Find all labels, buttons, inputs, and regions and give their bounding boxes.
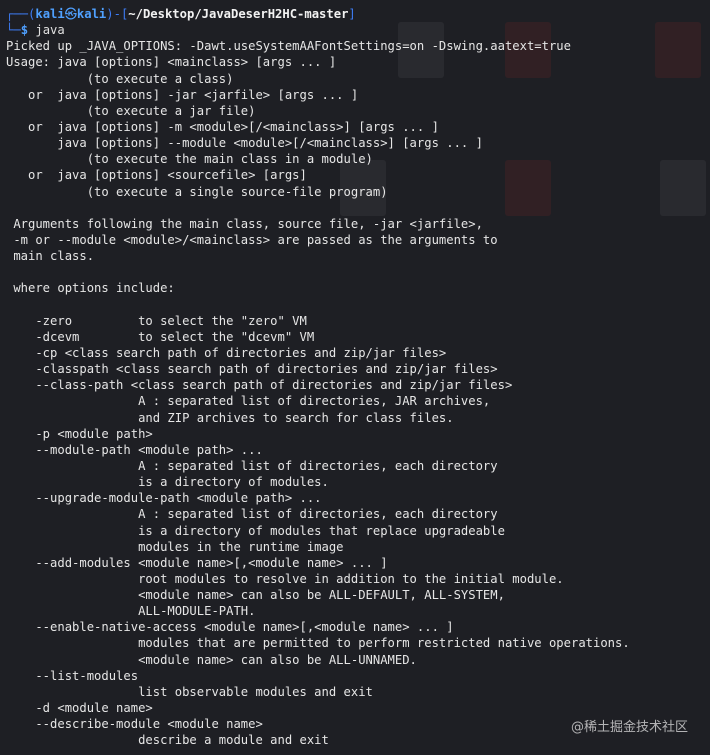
output-line: or java [options] <sourcefile> [args] bbox=[6, 168, 307, 183]
output-line: A : separated list of directories, JAR a… bbox=[6, 394, 491, 409]
command-output: Picked up _JAVA_OPTIONS: -Dawt.useSystem… bbox=[6, 38, 710, 748]
output-line: java [options] --module <module>[/<mainc… bbox=[6, 136, 483, 151]
output-line: --class-path <class search path of direc… bbox=[6, 378, 513, 393]
command-line[interactable]: └─$ java bbox=[6, 22, 710, 38]
prompt-host: kali bbox=[76, 7, 107, 21]
output-line: root modules to resolve in addition to t… bbox=[6, 571, 564, 586]
output-line: --enable-native-access <module name>[,<m… bbox=[6, 620, 454, 635]
terminal-window[interactable]: ┌──(kali㉿kali)-[~/Desktop/JavaDeserH2HC-… bbox=[0, 0, 710, 755]
watermark: @稀土掘金技术社区 bbox=[570, 720, 688, 735]
prompt-separator: )-[ bbox=[106, 7, 129, 21]
output-line: (to execute a jar file) bbox=[6, 103, 256, 118]
output-line: -classpath <class search path of directo… bbox=[6, 362, 498, 377]
output-line: Usage: java [options] <mainclass> [args … bbox=[6, 55, 337, 70]
output-line: --module-path <module path> ... bbox=[6, 442, 263, 457]
prompt-line: ┌──(kali㉿kali)-[~/Desktop/JavaDeserH2HC-… bbox=[6, 6, 710, 22]
output-line: <module name> can also be ALL-DEFAULT, A… bbox=[6, 588, 505, 603]
output-line: where options include: bbox=[6, 281, 175, 296]
output-line: A : separated list of directories, each … bbox=[6, 458, 498, 473]
prompt-dollar: $ bbox=[20, 23, 29, 38]
output-line: -d <module name> bbox=[6, 701, 153, 716]
output-line: and ZIP archives to search for class fil… bbox=[6, 410, 454, 425]
output-line: Arguments following the main class, sour… bbox=[6, 216, 483, 231]
prompt-at-symbol: ㉿ bbox=[64, 7, 77, 21]
output-line: or java [options] -m <module>[/<mainclas… bbox=[6, 119, 439, 134]
output-line: modules that are permitted to perform re… bbox=[6, 636, 630, 651]
prompt-frame: ┌──( bbox=[6, 7, 36, 21]
output-line: (to execute a class) bbox=[6, 71, 234, 86]
output-line: list observable modules and exit bbox=[6, 684, 373, 699]
prompt-path: ~/Desktop/JavaDeserH2HC-master bbox=[128, 7, 349, 21]
output-line: is a directory of modules. bbox=[6, 475, 329, 490]
output-line: Picked up _JAVA_OPTIONS: -Dawt.useSystem… bbox=[6, 39, 571, 54]
output-line: ALL-MODULE-PATH. bbox=[6, 604, 256, 619]
output-line: is a directory of modules that replace u… bbox=[6, 523, 505, 538]
output-line: -m or --module <module>/<mainclass> are … bbox=[6, 232, 498, 247]
output-line: --upgrade-module-path <module path> ... bbox=[6, 491, 322, 506]
output-line: (to execute the main class in a module) bbox=[6, 152, 373, 167]
prompt-user: kali bbox=[35, 7, 65, 21]
output-line: <module name> can also be ALL-UNNAMED. bbox=[6, 652, 417, 667]
output-line: -zero to select the "zero" VM bbox=[6, 313, 307, 328]
output-line: -cp <class search path of directories an… bbox=[6, 345, 447, 360]
output-line: --list-modules bbox=[6, 668, 139, 683]
prompt-close-bracket: ] bbox=[348, 7, 356, 21]
prompt-frame-bottom: └─ bbox=[6, 23, 21, 38]
output-line: modules in the runtime image bbox=[6, 539, 344, 554]
terminal-output: ┌──(kali㉿kali)-[~/Desktop/JavaDeserH2HC-… bbox=[6, 6, 710, 748]
output-line: -p <module path> bbox=[6, 426, 153, 441]
output-line: -dcevm to select the "dcevm" VM bbox=[6, 329, 315, 344]
output-line: A : separated list of directories, each … bbox=[6, 507, 498, 522]
output-line: or java [options] -jar <jarfile> [args .… bbox=[6, 87, 359, 102]
output-line: (to execute a single source-file program… bbox=[6, 184, 388, 199]
output-line: --add-modules <module name>[,<module nam… bbox=[6, 555, 388, 570]
entered-command: java bbox=[28, 23, 65, 38]
output-line: main class. bbox=[6, 249, 95, 264]
